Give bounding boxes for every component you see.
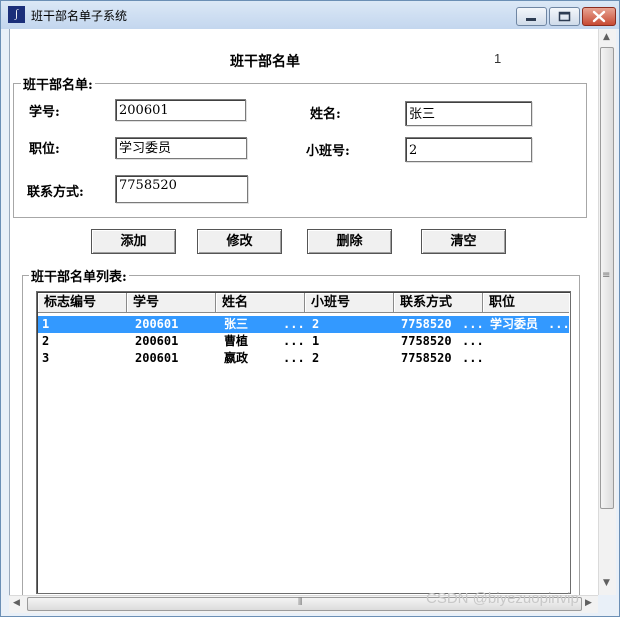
class-no-field[interactable]: 2: [405, 137, 532, 162]
delete-button[interactable]: 删除: [307, 229, 392, 254]
add-button[interactable]: 添加: [91, 229, 176, 254]
scroll-up-icon[interactable]: ▲: [603, 32, 610, 42]
position-label: 职位:: [29, 142, 60, 157]
watermark: CSDN @biyezuopinvip: [426, 590, 579, 607]
cell-id: 1: [42, 317, 50, 331]
cell-id: 2: [42, 334, 50, 348]
close-button[interactable]: [582, 7, 616, 26]
column-header-contact[interactable]: 联系方式: [394, 293, 483, 313]
edit-button[interactable]: 修改: [197, 229, 282, 254]
column-header-class-no[interactable]: 小班号: [305, 293, 394, 313]
cell-ellipsis: ...: [283, 317, 305, 331]
list-header: 标志编号 学号 姓名 小班号 联系方式 职位: [38, 293, 569, 313]
close-icon: [592, 10, 606, 23]
cell-contact: 7758520: [401, 351, 452, 365]
cell-ellipsis: ...: [462, 351, 484, 365]
column-header-name[interactable]: 姓名: [216, 293, 305, 313]
column-header-id[interactable]: 标志编号: [38, 293, 127, 313]
minimize-button[interactable]: [516, 7, 547, 26]
cell-position: [486, 333, 550, 350]
cadre-form-group-title: 班干部名单:: [21, 74, 95, 93]
app-icon: ∫: [8, 6, 25, 23]
cell-student-id: 200601: [135, 317, 179, 331]
cell-contact: 7758520: [401, 317, 452, 331]
table-row[interactable]: 2 200601 曹植 ... 1 7758520 ...: [38, 333, 569, 350]
form-heading: 班干部名单: [230, 54, 300, 70]
scroll-right-icon[interactable]: ▶: [585, 598, 592, 608]
window-title: 班干部名单子系统: [31, 9, 128, 23]
vertical-scroll-thumb[interactable]: ≡: [600, 47, 614, 509]
cadre-list-view[interactable]: 标志编号 学号 姓名 小班号 联系方式 职位 1 200601 张三 ... 2…: [36, 291, 571, 594]
grip-icon: ≡: [602, 270, 611, 281]
cell-position: 学习委员: [490, 317, 539, 331]
contact-field[interactable]: 7758520: [115, 175, 248, 203]
scroll-left-icon[interactable]: ◀: [13, 598, 20, 608]
cell-ellipsis: ...: [283, 351, 305, 365]
cadre-list-group-title: 班干部名单列表:: [29, 266, 129, 285]
app-window: ∫ 班干部名单子系统 班干部名单 1 班干部名单: 学号: 200601 姓名:…: [0, 0, 620, 617]
scroll-down-icon[interactable]: ▼: [603, 578, 610, 588]
cell-ellipsis: ...: [462, 334, 484, 348]
cell-name: 嬴政: [224, 351, 249, 365]
cell-contact: 7758520: [401, 334, 452, 348]
cell-id: 3: [42, 351, 50, 365]
minimize-icon: [526, 18, 536, 21]
cell-student-id: 200601: [135, 351, 179, 365]
cell-class-no: 1: [312, 334, 320, 348]
cell-name: 曹植: [224, 334, 249, 348]
student-id-label: 学号:: [29, 105, 60, 120]
class-no-label: 小班号:: [306, 144, 350, 159]
cell-name: 张三: [224, 317, 249, 331]
cell-class-no: 2: [312, 317, 320, 331]
name-label: 姓名:: [310, 107, 341, 122]
contact-label: 联系方式:: [27, 185, 84, 200]
cell-student-id: 200601: [135, 334, 179, 348]
maximize-button[interactable]: [549, 7, 580, 26]
cell-position: [486, 350, 550, 367]
table-row[interactable]: 1 200601 张三 ... 2 7758520 ... 学习委员 ...: [38, 316, 570, 333]
student-id-field[interactable]: 200601: [115, 99, 246, 121]
column-header-position[interactable]: 职位: [483, 293, 569, 313]
maximize-icon: [558, 11, 571, 22]
record-counter: 1: [494, 51, 502, 66]
vertical-scrollbar[interactable]: ▲ ≡ ▼: [598, 29, 616, 595]
cell-ellipsis: ...: [462, 317, 484, 331]
grip-icon: ⦀: [298, 597, 303, 608]
name-field[interactable]: 张三: [405, 101, 532, 126]
title-bar[interactable]: ∫ 班干部名单子系统: [1, 1, 619, 29]
cell-ellipsis: ...: [548, 317, 570, 331]
cell-class-no: 2: [312, 351, 320, 365]
clear-button[interactable]: 清空: [421, 229, 506, 254]
position-field[interactable]: 学习委员: [115, 137, 247, 159]
column-header-student-id[interactable]: 学号: [127, 293, 216, 313]
cell-ellipsis: ...: [283, 334, 305, 348]
table-row[interactable]: 3 200601 嬴政 ... 2 7758520 ...: [38, 350, 569, 367]
